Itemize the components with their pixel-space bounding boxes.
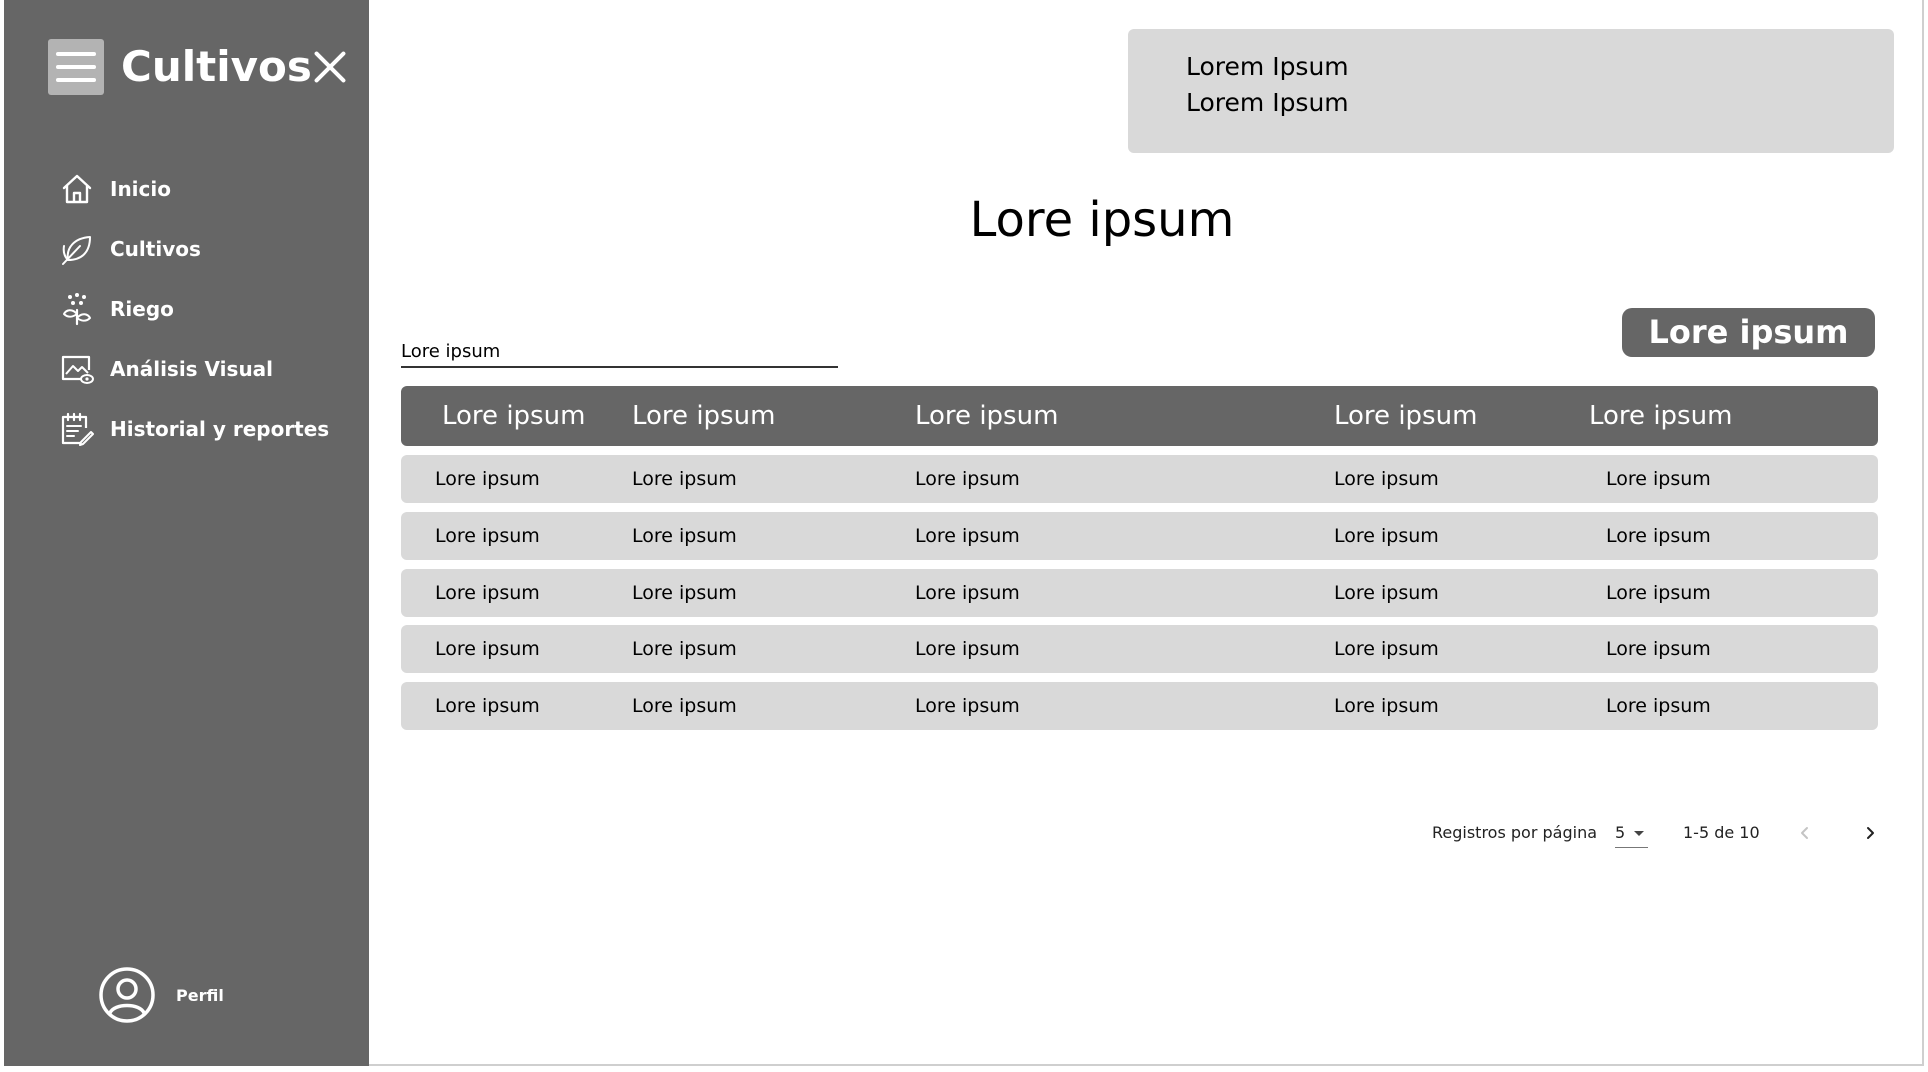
table-header: Lore ipsum Lore ipsum Lore ipsum Lore ip… [401,386,1878,446]
page-title: Lore ipsum [969,192,1235,248]
table-cell: Lore ipsum [632,695,737,717]
table-cell: Lore ipsum [1606,582,1711,604]
dropdown-caret-icon [1634,831,1644,836]
hamburger-menu-icon[interactable] [48,39,104,95]
search-input[interactable]: Lore ipsum [401,336,838,368]
column-header[interactable]: Lore ipsum [1334,386,1477,446]
next-page-button[interactable] [1858,818,1882,848]
sidebar-item-riego[interactable]: Riego [60,289,360,329]
info-box: Lorem Ipsum Lorem Ipsum [1128,29,1894,153]
close-icon[interactable] [309,46,351,88]
table-cell: Lore ipsum [1606,695,1711,717]
table-cell: Lore ipsum [915,468,1020,490]
pagination-range: 1-5 de 10 [1683,823,1760,842]
table-cell: Lore ipsum [632,468,737,490]
column-header[interactable]: Lore ipsum [632,386,775,446]
table-cell: Lore ipsum [1334,525,1439,547]
table-row[interactable]: Lore ipsum Lore ipsum Lore ipsum Lore ip… [401,625,1878,673]
primary-action-button[interactable]: Lore ipsum [1622,308,1875,357]
table-row[interactable]: Lore ipsum Lore ipsum Lore ipsum Lore ip… [401,512,1878,560]
image-analysis-icon [61,355,94,384]
table-cell: Lore ipsum [1334,695,1439,717]
sidebar: Cultivos Inicio Cultivos Riego Análisis … [4,0,369,1066]
profile-label: Perfil [176,985,224,1005]
chevron-right-icon [1867,827,1874,839]
report-icon [61,412,94,446]
sidebar-item-label: Historial y reportes [110,417,330,441]
table-cell: Lore ipsum [1606,525,1711,547]
table-cell: Lore ipsum [1606,468,1711,490]
info-line-2: Lorem Ipsum [1186,88,1349,117]
table-cell: Lore ipsum [915,695,1020,717]
table-cell: Lore ipsum [1334,582,1439,604]
table-row[interactable]: Lore ipsum Lore ipsum Lore ipsum Lore ip… [401,682,1878,730]
table-cell: Lore ipsum [1334,468,1439,490]
sidebar-item-label: Análisis Visual [110,357,274,381]
sidebar-item-label: Cultivos [110,237,201,261]
column-header[interactable]: Lore ipsum [1589,386,1732,446]
chevron-left-icon [1801,827,1808,839]
table-cell: Lore ipsum [1606,638,1711,660]
sidebar-item-historial-reportes[interactable]: Historial y reportes [60,409,360,449]
app-title: Cultivos [121,42,312,91]
rows-per-page-select[interactable]: 5 [1615,818,1648,848]
table-cell: Lore ipsum [435,695,540,717]
sidebar-item-analisis-visual[interactable]: Análisis Visual [60,349,360,389]
table-cell: Lore ipsum [1334,638,1439,660]
sidebar-item-cultivos[interactable]: Cultivos [60,229,360,269]
table-cell: Lore ipsum [915,525,1020,547]
table-cell: Lore ipsum [632,638,737,660]
table-cell: Lore ipsum [915,638,1020,660]
table-cell: Lore ipsum [435,468,540,490]
table-cell: Lore ipsum [435,525,540,547]
user-avatar-icon [99,967,155,1023]
table-cell: Lore ipsum [435,638,540,660]
previous-page-button[interactable] [1793,818,1817,848]
sidebar-item-label: Inicio [110,177,171,201]
info-line-1: Lorem Ipsum [1186,52,1349,81]
column-header[interactable]: Lore ipsum [915,386,1058,446]
column-header[interactable]: Lore ipsum [442,386,585,446]
sidebar-item-label: Riego [110,297,174,321]
profile-link[interactable]: Perfil [98,965,224,1025]
table-cell: Lore ipsum [632,525,737,547]
table-cell: Lore ipsum [915,582,1020,604]
table-row[interactable]: Lore ipsum Lore ipsum Lore ipsum Lore ip… [401,455,1878,503]
sidebar-item-inicio[interactable]: Inicio [60,169,360,209]
leaf-icon [62,236,91,265]
rows-per-page-value: 5 [1615,823,1626,842]
table-cell: Lore ipsum [632,582,737,604]
home-icon [62,174,92,204]
table-cell: Lore ipsum [435,582,540,604]
rows-per-page-label: Registros por página [1432,823,1598,842]
watering-plant-icon [63,293,91,326]
table-row[interactable]: Lore ipsum Lore ipsum Lore ipsum Lore ip… [401,569,1878,617]
